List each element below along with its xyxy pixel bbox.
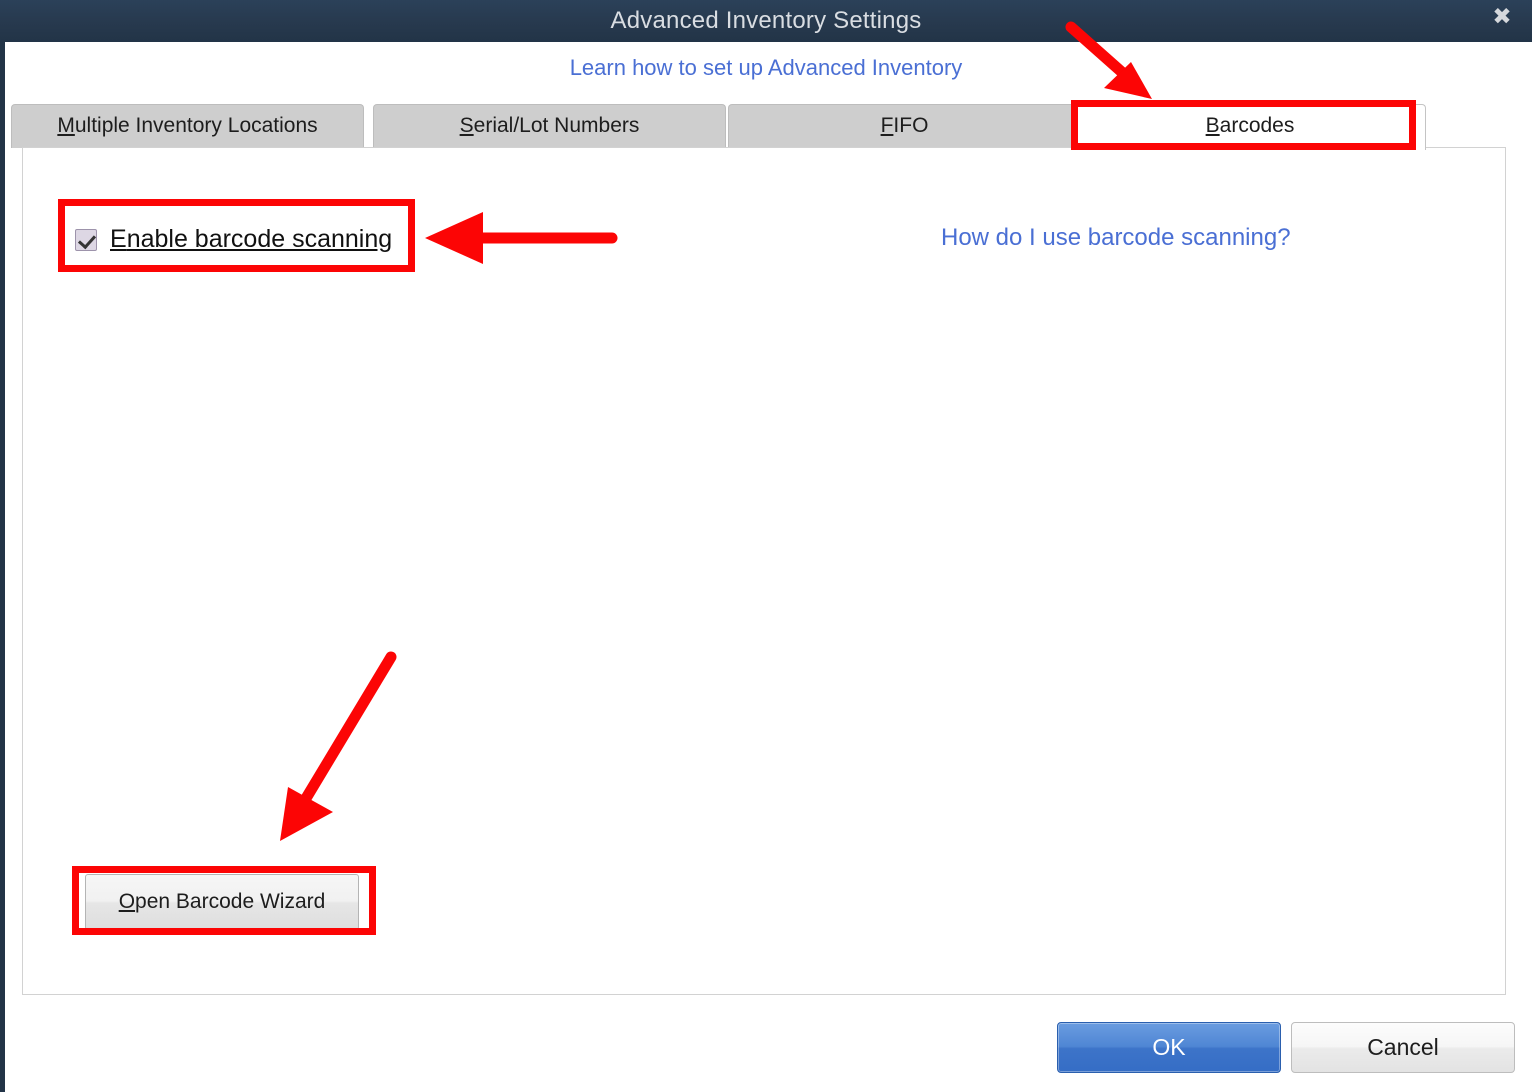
tab-accel-key: F [880, 114, 894, 137]
tab-serial-lot-numbers[interactable]: Serial/Lot Numbers [373, 104, 726, 148]
title-bar: Advanced Inventory Settings ✖ [0, 0, 1532, 42]
advanced-inventory-settings-dialog: Advanced Inventory Settings ✖ Learn how … [0, 0, 1532, 1092]
open-barcode-wizard-button[interactable]: Open Barcode Wizard [85, 874, 359, 930]
window-title: Advanced Inventory Settings [610, 7, 922, 34]
barcodes-tab-panel: Enable barcode scanning How do I use bar… [22, 147, 1506, 995]
window-left-edge [0, 42, 5, 1092]
tab-multiple-inventory-locations[interactable]: Multiple Inventory Locations [11, 104, 364, 148]
enable-barcode-scanning-label[interactable]: Enable barcode scanning [110, 225, 392, 254]
button-label: pen Barcode Wizard [135, 890, 326, 913]
enable-barcode-scanning-row[interactable]: Enable barcode scanning [75, 225, 392, 254]
tab-fifo[interactable]: FIFO [728, 104, 1081, 148]
tab-barcodes[interactable]: Barcodes [1074, 104, 1426, 150]
tab-accel-key: B [1205, 114, 1220, 137]
ok-button[interactable]: OK [1057, 1022, 1281, 1073]
checkbox-label-rest: nable barcode scanning [126, 225, 393, 253]
tab-strip: Multiple Inventory Locations Serial/Lot … [11, 104, 1511, 150]
tab-label: arcodes [1219, 114, 1295, 137]
how-do-i-use-barcode-scanning-link[interactable]: How do I use barcode scanning? [941, 224, 1291, 252]
learn-how-link[interactable]: Learn how to set up Advanced Inventory [0, 55, 1532, 81]
tab-accel-key: S [459, 114, 474, 137]
enable-barcode-scanning-checkbox[interactable] [75, 228, 97, 251]
tab-label: ultiple Inventory Locations [74, 114, 318, 137]
tab-accel-key: M [57, 114, 75, 137]
tab-label: erial/Lot Numbers [473, 114, 640, 137]
close-icon[interactable]: ✖ [1488, 3, 1516, 31]
cancel-button[interactable]: Cancel [1291, 1022, 1515, 1073]
button-accel-key: O [118, 890, 136, 913]
checkbox-accel-key: E [110, 225, 127, 253]
tab-label: IFO [893, 114, 929, 137]
